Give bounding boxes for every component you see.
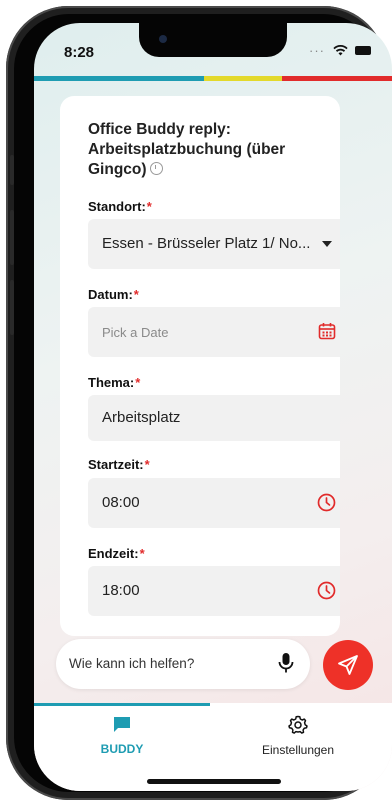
wifi-icon: [332, 45, 348, 56]
thema-value: Arbeitsplatz: [102, 409, 181, 426]
send-button[interactable]: [323, 640, 373, 690]
card-title-text: Office Buddy reply: Arbeitsplatzbuchung …: [88, 121, 286, 178]
tab-buddy-label: BUDDY: [100, 742, 144, 756]
required-mark: *: [139, 546, 145, 561]
thema-input[interactable]: Arbeitsplatz: [88, 395, 340, 441]
tab-buddy[interactable]: BUDDY: [34, 715, 210, 756]
send-icon: [338, 655, 358, 675]
calendar-icon[interactable]: [318, 322, 336, 340]
brand-bar-red: [282, 76, 392, 81]
brand-color-bar: [34, 76, 392, 81]
status-icons: ···: [309, 43, 372, 58]
startzeit-label: Startzeit:*: [88, 457, 150, 472]
bottom-navigation: BUDDY Einstellungen: [34, 703, 392, 791]
tab-einstellungen[interactable]: Einstellungen: [210, 715, 386, 757]
screen: 8:28 ··· Office Buddy reply: Arbeitsplat…: [34, 23, 392, 791]
message-input[interactable]: Wie kann ich helfen?: [69, 656, 194, 671]
booking-form-card: Office Buddy reply: Arbeitsplatzbuchung …: [60, 96, 340, 636]
chevron-down-icon: [322, 241, 332, 247]
endzeit-picker[interactable]: 18:00: [88, 566, 340, 616]
active-tab-indicator: [34, 703, 210, 706]
datum-picker[interactable]: Pick a Date: [88, 307, 340, 357]
battery-icon: [355, 46, 372, 55]
gear-icon: [288, 715, 308, 734]
chat-icon: [114, 717, 130, 732]
thema-label: Thema:*: [88, 375, 140, 390]
required-mark: *: [144, 457, 150, 472]
card-title: Office Buddy reply: Arbeitsplatzbuchung …: [88, 120, 318, 180]
status-bar: 8:28 ···: [34, 23, 392, 76]
clock-icon[interactable]: [317, 493, 336, 512]
startzeit-value: 08:00: [102, 494, 140, 511]
cellular-dots-icon: ···: [309, 43, 325, 58]
standort-value: Essen - Brüsseler Platz 1/ No...: [102, 235, 311, 252]
datum-label: Datum:*: [88, 287, 139, 302]
clock-icon[interactable]: [317, 581, 336, 600]
brand-bar-teal: [34, 76, 204, 81]
tab-einstellungen-label: Einstellungen: [261, 743, 335, 757]
standort-dropdown[interactable]: Essen - Brüsseler Platz 1/ No...: [88, 219, 340, 269]
required-mark: *: [146, 199, 152, 214]
startzeit-picker[interactable]: 08:00: [88, 478, 340, 528]
datum-placeholder: Pick a Date: [102, 325, 169, 340]
status-time: 8:28: [64, 44, 95, 61]
required-mark: *: [135, 375, 141, 390]
startzeit-label-text: Startzeit:: [88, 457, 144, 472]
endzeit-label-text: Endzeit:: [88, 546, 139, 561]
front-camera: [159, 35, 167, 43]
standort-label-text: Standort:: [88, 199, 146, 214]
microphone-icon[interactable]: [278, 652, 294, 674]
clock-icon: [149, 162, 163, 175]
thema-label-text: Thema:: [88, 375, 135, 390]
brand-bar-yellow: [204, 76, 282, 81]
endzeit-label: Endzeit:*: [88, 546, 145, 561]
required-mark: *: [133, 287, 139, 302]
message-composer[interactable]: Wie kann ich helfen?: [56, 639, 310, 689]
standort-label: Standort:*: [88, 199, 152, 214]
home-indicator: [147, 779, 281, 784]
endzeit-value: 18:00: [102, 582, 140, 599]
datum-label-text: Datum:: [88, 287, 133, 302]
